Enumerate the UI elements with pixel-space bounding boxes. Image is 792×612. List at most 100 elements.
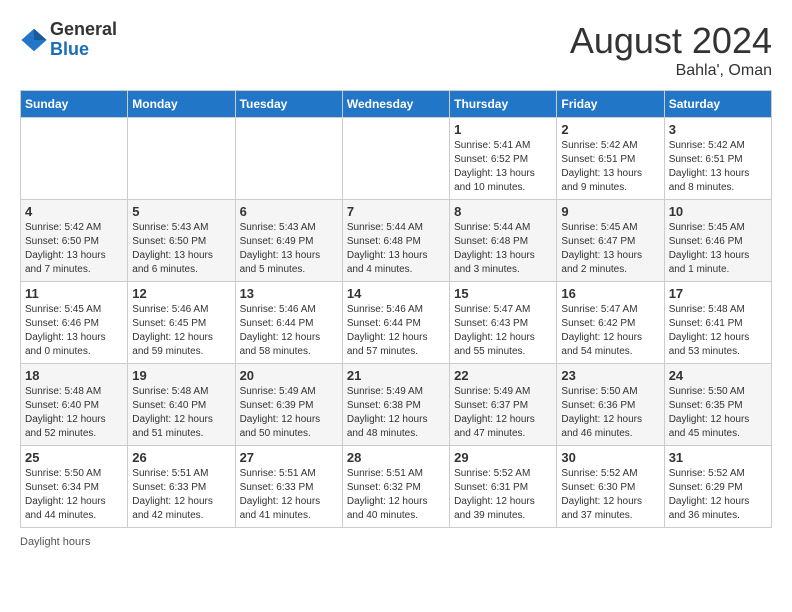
weekday-header: Wednesday <box>342 91 449 118</box>
weekday-header-row: SundayMondayTuesdayWednesdayThursdayFrid… <box>21 91 772 118</box>
calendar-cell: 12 Sunrise: 5:46 AM Sunset: 6:45 PM Dayli… <box>128 282 235 364</box>
day-info: Sunrise: 5:52 AM Sunset: 6:30 PM Dayligh… <box>561 467 659 523</box>
weekday-header: Sunday <box>21 91 128 118</box>
day-info: Sunrise: 5:49 AM Sunset: 6:37 PM Dayligh… <box>454 385 552 441</box>
day-number: 26 <box>132 450 230 465</box>
day-number: 1 <box>454 122 552 137</box>
day-number: 6 <box>240 204 338 219</box>
day-number: 30 <box>561 450 659 465</box>
weekday-header: Tuesday <box>235 91 342 118</box>
day-number: 5 <box>132 204 230 219</box>
day-number: 22 <box>454 368 552 383</box>
day-number: 4 <box>25 204 123 219</box>
location: Bahla', Oman <box>570 62 772 80</box>
weekday-header: Thursday <box>450 91 557 118</box>
calendar-cell: 31 Sunrise: 5:52 AM Sunset: 6:29 PM Dayli… <box>664 446 771 528</box>
day-number: 24 <box>669 368 767 383</box>
calendar-cell <box>21 118 128 200</box>
day-number: 20 <box>240 368 338 383</box>
calendar-cell: 2 Sunrise: 5:42 AM Sunset: 6:51 PM Daylig… <box>557 118 664 200</box>
calendar-cell: 11Sunrise: 5:45 AM Sunset: 6:46 PM Dayli… <box>21 282 128 364</box>
weekday-header: Friday <box>557 91 664 118</box>
day-number: 17 <box>669 286 767 301</box>
calendar-week-row: 25Sunrise: 5:50 AM Sunset: 6:34 PM Dayli… <box>21 446 772 528</box>
day-info: Sunrise: 5:51 AM Sunset: 6:32 PM Dayligh… <box>347 467 445 523</box>
calendar-cell: 26 Sunrise: 5:51 AM Sunset: 6:33 PM Dayli… <box>128 446 235 528</box>
day-number: 7 <box>347 204 445 219</box>
calendar-cell: 16Sunrise: 5:47 AM Sunset: 6:42 PM Dayli… <box>557 282 664 364</box>
day-info: Sunrise: 5:42 AM Sunset: 6:50 PM Dayligh… <box>25 221 123 277</box>
calendar-cell <box>235 118 342 200</box>
day-info: Sunrise: 5:46 AM Sunset: 6:45 PM Dayligh… <box>132 303 230 359</box>
calendar-cell: 13Sunrise: 5:46 AM Sunset: 6:44 PM Dayli… <box>235 282 342 364</box>
calendar-cell: 24 Sunrise: 5:50 AM Sunset: 6:35 PM Dayli… <box>664 364 771 446</box>
calendar-cell: 27Sunrise: 5:51 AM Sunset: 6:33 PM Dayli… <box>235 446 342 528</box>
day-info: Sunrise: 5:46 AM Sunset: 6:44 PM Dayligh… <box>347 303 445 359</box>
calendar-cell: 29Sunrise: 5:52 AM Sunset: 6:31 PM Dayli… <box>450 446 557 528</box>
day-number: 31 <box>669 450 767 465</box>
calendar-cell: 3Sunrise: 5:42 AM Sunset: 6:51 PM Daylig… <box>664 118 771 200</box>
calendar-cell: 6 Sunrise: 5:43 AM Sunset: 6:49 PM Daylig… <box>235 200 342 282</box>
calendar-cell: 10Sunrise: 5:45 AM Sunset: 6:46 PM Dayli… <box>664 200 771 282</box>
day-info: Sunrise: 5:51 AM Sunset: 6:33 PM Dayligh… <box>240 467 338 523</box>
day-info: Sunrise: 5:48 AM Sunset: 6:40 PM Dayligh… <box>25 385 123 441</box>
calendar-cell: 8 Sunrise: 5:44 AM Sunset: 6:48 PM Daylig… <box>450 200 557 282</box>
day-info: Sunrise: 5:44 AM Sunset: 6:48 PM Dayligh… <box>454 221 552 277</box>
weekday-header: Monday <box>128 91 235 118</box>
calendar-table: SundayMondayTuesdayWednesdayThursdayFrid… <box>20 90 772 528</box>
calendar-week-row: 18Sunrise: 5:48 AM Sunset: 6:40 PM Dayli… <box>21 364 772 446</box>
day-info: Sunrise: 5:45 AM Sunset: 6:46 PM Dayligh… <box>669 221 767 277</box>
weekday-header: Saturday <box>664 91 771 118</box>
calendar-cell: 30 Sunrise: 5:52 AM Sunset: 6:30 PM Dayli… <box>557 446 664 528</box>
page-header: General Blue August 2024 Bahla', Oman <box>20 20 772 80</box>
day-info: Sunrise: 5:43 AM Sunset: 6:49 PM Dayligh… <box>240 221 338 277</box>
day-info: Sunrise: 5:52 AM Sunset: 6:29 PM Dayligh… <box>669 467 767 523</box>
calendar-cell <box>128 118 235 200</box>
calendar-week-row: 11Sunrise: 5:45 AM Sunset: 6:46 PM Dayli… <box>21 282 772 364</box>
day-info: Sunrise: 5:44 AM Sunset: 6:48 PM Dayligh… <box>347 221 445 277</box>
title-block: August 2024 Bahla', Oman <box>570 20 772 80</box>
calendar-week-row: 1 Sunrise: 5:41 AM Sunset: 6:52 PM Daylig… <box>21 118 772 200</box>
day-number: 8 <box>454 204 552 219</box>
calendar-cell: 17 Sunrise: 5:48 AM Sunset: 6:41 PM Dayli… <box>664 282 771 364</box>
day-info: Sunrise: 5:50 AM Sunset: 6:36 PM Dayligh… <box>561 385 659 441</box>
logo: General Blue <box>20 20 117 60</box>
day-info: Sunrise: 5:47 AM Sunset: 6:43 PM Dayligh… <box>454 303 552 359</box>
day-number: 28 <box>347 450 445 465</box>
day-number: 15 <box>454 286 552 301</box>
day-number: 29 <box>454 450 552 465</box>
calendar-cell: 7 Sunrise: 5:44 AM Sunset: 6:48 PM Daylig… <box>342 200 449 282</box>
day-info: Sunrise: 5:50 AM Sunset: 6:35 PM Dayligh… <box>669 385 767 441</box>
calendar-cell: 19Sunrise: 5:48 AM Sunset: 6:40 PM Dayli… <box>128 364 235 446</box>
calendar-cell: 23 Sunrise: 5:50 AM Sunset: 6:36 PM Dayli… <box>557 364 664 446</box>
day-info: Sunrise: 5:45 AM Sunset: 6:46 PM Dayligh… <box>25 303 123 359</box>
calendar-cell: 28 Sunrise: 5:51 AM Sunset: 6:32 PM Dayli… <box>342 446 449 528</box>
day-info: Sunrise: 5:45 AM Sunset: 6:47 PM Dayligh… <box>561 221 659 277</box>
month-year: August 2024 <box>570 20 772 62</box>
day-info: Sunrise: 5:47 AM Sunset: 6:42 PM Dayligh… <box>561 303 659 359</box>
calendar-cell: 9Sunrise: 5:45 AM Sunset: 6:47 PM Daylig… <box>557 200 664 282</box>
day-info: Sunrise: 5:50 AM Sunset: 6:34 PM Dayligh… <box>25 467 123 523</box>
day-number: 23 <box>561 368 659 383</box>
day-number: 19 <box>132 368 230 383</box>
calendar-cell: 1 Sunrise: 5:41 AM Sunset: 6:52 PM Daylig… <box>450 118 557 200</box>
logo-line2: Blue <box>50 40 117 60</box>
day-info: Sunrise: 5:48 AM Sunset: 6:41 PM Dayligh… <box>669 303 767 359</box>
calendar-cell: 18Sunrise: 5:48 AM Sunset: 6:40 PM Dayli… <box>21 364 128 446</box>
day-info: Sunrise: 5:42 AM Sunset: 6:51 PM Dayligh… <box>561 139 659 195</box>
day-info: Sunrise: 5:43 AM Sunset: 6:50 PM Dayligh… <box>132 221 230 277</box>
calendar-cell: 21Sunrise: 5:49 AM Sunset: 6:38 PM Dayli… <box>342 364 449 446</box>
day-info: Sunrise: 5:51 AM Sunset: 6:33 PM Dayligh… <box>132 467 230 523</box>
day-number: 13 <box>240 286 338 301</box>
daylight-label: Daylight hours <box>20 536 90 548</box>
calendar-cell: 20Sunrise: 5:49 AM Sunset: 6:39 PM Dayli… <box>235 364 342 446</box>
day-number: 2 <box>561 122 659 137</box>
calendar-cell: 4 Sunrise: 5:42 AM Sunset: 6:50 PM Daylig… <box>21 200 128 282</box>
day-number: 12 <box>132 286 230 301</box>
calendar-cell: 15 Sunrise: 5:47 AM Sunset: 6:43 PM Dayli… <box>450 282 557 364</box>
day-info: Sunrise: 5:41 AM Sunset: 6:52 PM Dayligh… <box>454 139 552 195</box>
day-info: Sunrise: 5:42 AM Sunset: 6:51 PM Dayligh… <box>669 139 767 195</box>
day-number: 21 <box>347 368 445 383</box>
logo-line1: General <box>50 20 117 40</box>
footer: Daylight hours <box>20 536 772 548</box>
